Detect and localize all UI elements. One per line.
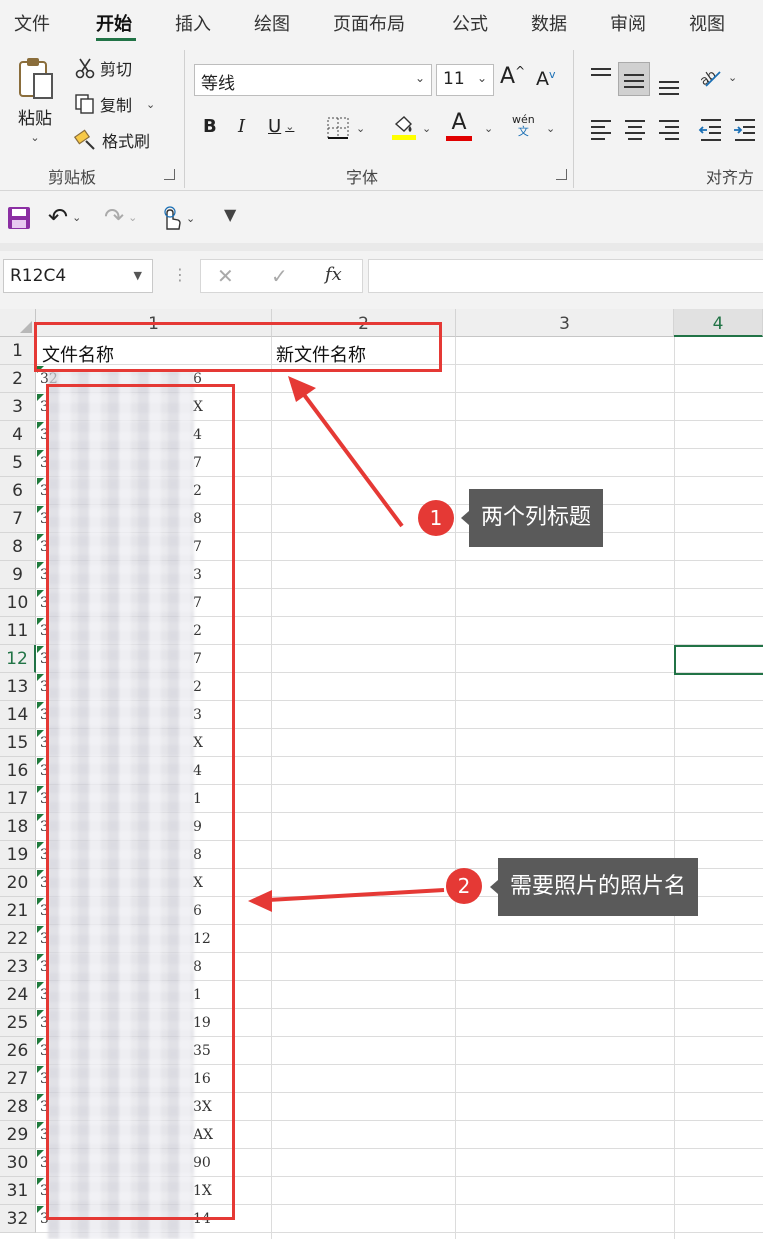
annotation-callout-1: 两个列标题 xyxy=(460,489,604,547)
arrow-1-head-icon xyxy=(288,376,316,402)
annotation-callout-2: 需要照片的照片名 xyxy=(489,858,699,916)
arrow-2-line xyxy=(267,888,445,902)
arrow-2-head-icon xyxy=(248,890,272,912)
annotation-badge-1: 1 xyxy=(418,500,454,536)
annotation-badge-2: 2 xyxy=(446,868,482,904)
arrow-1-line xyxy=(300,390,404,528)
annotation-arrows xyxy=(248,376,445,912)
